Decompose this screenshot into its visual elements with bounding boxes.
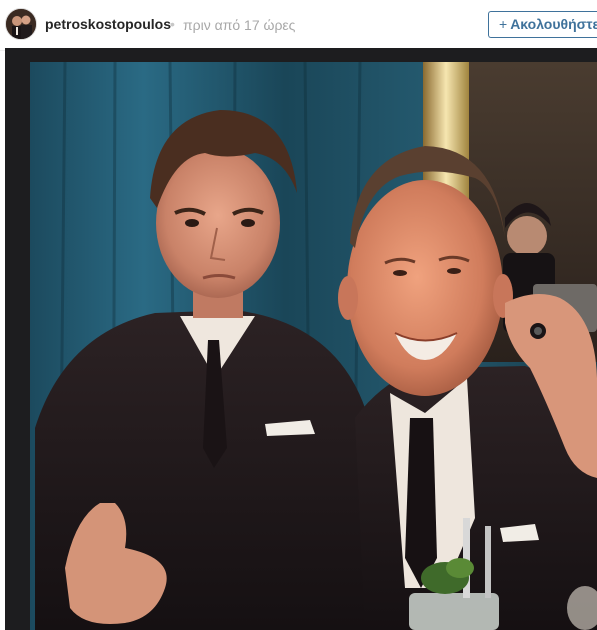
- avatar[interactable]: [5, 8, 37, 40]
- follow-label: Ακολουθήστε: [510, 16, 597, 32]
- plus-icon: +: [499, 16, 508, 32]
- post-timestamp[interactable]: πριν από 17 ώρες: [183, 17, 295, 33]
- separator-dot: •: [170, 16, 175, 32]
- follow-button[interactable]: + Ακολουθήστε: [488, 11, 597, 38]
- post-header: petroskostopoulos • πριν από 17 ώρες + Ακ…: [0, 0, 597, 51]
- instagram-post: petroskostopoulos • πριν από 17 ώρες + Ακ…: [0, 0, 597, 630]
- username-link[interactable]: petroskostopoulos: [45, 16, 171, 32]
- avatar-image: [6, 9, 36, 39]
- photo-image: [5, 48, 597, 630]
- post-photo[interactable]: [5, 48, 597, 630]
